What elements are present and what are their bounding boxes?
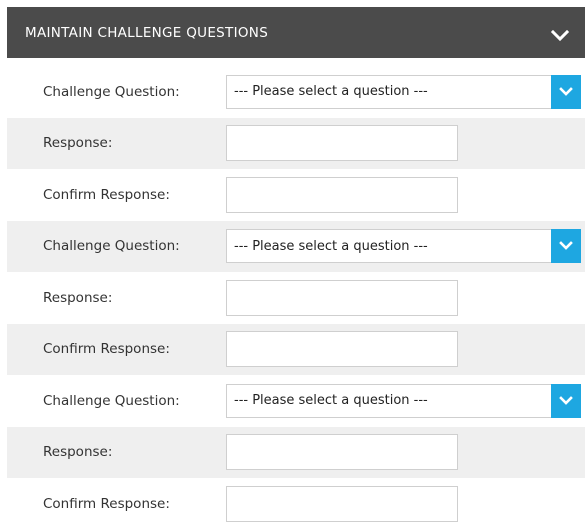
confirm-response-label: Confirm Response: [43, 341, 170, 358]
select-value: --- Please select a question --- [234, 393, 428, 409]
confirm-response-row-1: Confirm Response: [7, 169, 585, 221]
confirm-response-input-1[interactable] [226, 176, 458, 213]
response-row-1: Response: [7, 117, 585, 169]
select-value: --- Please select a question --- [234, 84, 428, 100]
confirm-response-label: Confirm Response: [43, 495, 170, 512]
select-value: --- Please select a question --- [234, 238, 428, 254]
panel-title: MAINTAIN CHALLENGE QUESTIONS [25, 24, 269, 41]
dropdown-button[interactable] [551, 229, 581, 264]
challenge-questions-panel: MAINTAIN CHALLENGE QUESTIONS Challenge Q… [7, 7, 585, 530]
challenge-question-row-2: Challenge Question: --- Please select a … [7, 220, 585, 272]
chevron-down-icon [559, 241, 573, 251]
challenge-question-label: Challenge Question: [43, 238, 180, 255]
chevron-down-icon[interactable] [550, 27, 570, 45]
challenge-question-select-1[interactable]: --- Please select a question --- [226, 74, 581, 109]
response-input-2[interactable] [226, 279, 458, 316]
dropdown-button[interactable] [551, 383, 581, 418]
response-input-1[interactable] [226, 125, 458, 162]
challenge-question-select-3[interactable]: --- Please select a question --- [226, 383, 581, 418]
confirm-response-input-2[interactable] [226, 331, 458, 368]
confirm-response-row-3: Confirm Response: [7, 478, 585, 530]
response-label: Response: [43, 135, 113, 152]
confirm-response-label: Confirm Response: [43, 186, 170, 203]
response-row-3: Response: [7, 426, 585, 478]
dropdown-button[interactable] [551, 74, 581, 109]
response-input-3[interactable] [226, 434, 458, 471]
response-label: Response: [43, 444, 113, 461]
challenge-question-row-1: Challenge Question: --- Please select a … [7, 66, 585, 118]
challenge-question-row-3: Challenge Question: --- Please select a … [7, 375, 585, 427]
confirm-response-input-3[interactable] [226, 485, 458, 522]
response-label: Response: [43, 289, 113, 306]
challenge-form: Challenge Question: --- Please select a … [7, 66, 585, 530]
chevron-down-icon [559, 395, 573, 405]
response-row-2: Response: [7, 272, 585, 324]
chevron-down-icon [559, 86, 573, 96]
panel-header[interactable]: MAINTAIN CHALLENGE QUESTIONS [7, 7, 585, 58]
challenge-question-label: Challenge Question: [43, 392, 180, 409]
challenge-question-label: Challenge Question: [43, 83, 180, 100]
confirm-response-row-2: Confirm Response: [7, 323, 585, 375]
challenge-question-select-2[interactable]: --- Please select a question --- [226, 229, 581, 264]
